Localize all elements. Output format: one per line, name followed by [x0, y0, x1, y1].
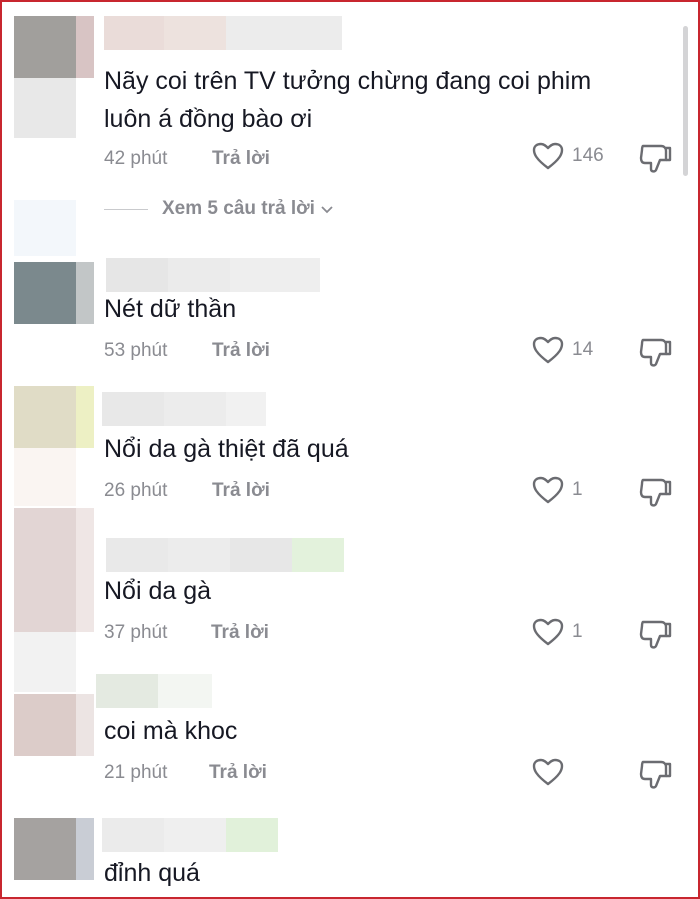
username-redacted[interactable] [104, 16, 342, 50]
heart-outline-icon [532, 476, 564, 504]
comment-time: 21 phút [104, 762, 168, 783]
username-redacted[interactable] [106, 538, 344, 572]
comment-text: coi mà khoc [104, 712, 664, 750]
comment-text-line: luôn á đồng bào ơi [104, 105, 313, 133]
comment-text-line: Nét dữ thần [104, 295, 237, 323]
avatar[interactable] [14, 386, 94, 506]
like-button[interactable]: 146 [532, 142, 604, 170]
avatar[interactable] [14, 674, 94, 794]
avatar-partial [14, 200, 76, 256]
comment-text: Nét dữ thần [104, 290, 664, 328]
comment-time: 53 phút [104, 340, 168, 361]
like-count: 146 [572, 145, 604, 166]
like-button[interactable]: 1 [532, 476, 583, 504]
comment-text: đỉnh quá [104, 854, 664, 892]
heart-outline-icon [532, 758, 564, 786]
comment-text-line: Nổi da gà [104, 577, 212, 605]
comment-time: 37 phút [104, 622, 168, 643]
comment-text: Nổi da gà [104, 572, 664, 610]
thumbs-down-icon[interactable] [638, 476, 672, 508]
like-count: 14 [572, 339, 594, 360]
avatar[interactable] [14, 508, 94, 692]
comment-text: Nãy coi trên TV tưởng chừng đang coi phi… [104, 62, 664, 138]
like-button[interactable]: 1 [532, 618, 583, 646]
chevron-down-icon [321, 206, 333, 214]
reply-button[interactable]: Trả lời [212, 148, 270, 170]
reply-button[interactable]: Trả lời [211, 622, 269, 644]
avatar[interactable] [14, 258, 94, 378]
comment-time: 42 phút [104, 148, 168, 169]
divider [104, 208, 148, 210]
username-redacted[interactable] [96, 674, 212, 708]
comment-text-line: Nổi da gà thiệt đã quá [104, 435, 349, 463]
thumbs-down-icon[interactable] [638, 336, 672, 368]
avatar[interactable] [14, 816, 94, 897]
reply-button[interactable]: Trả lời [209, 762, 267, 784]
avatar[interactable] [14, 16, 94, 138]
reply-button[interactable]: Trả lời [212, 340, 270, 362]
thumbs-down-icon[interactable] [638, 758, 672, 790]
heart-outline-icon [532, 618, 564, 646]
username-redacted[interactable] [102, 392, 266, 426]
scrollbar[interactable] [683, 26, 688, 176]
comment-text: Nổi da gà thiệt đã quá [104, 430, 664, 468]
like-count: 1 [572, 621, 583, 642]
comment-text-line: coi mà khoc [104, 717, 238, 745]
view-replies-label: Xem 5 câu trả lời [162, 198, 315, 219]
username-redacted[interactable] [106, 258, 320, 292]
comment-text-line: Nãy coi trên TV tưởng chừng đang coi phi… [104, 67, 592, 95]
thumbs-down-icon[interactable] [638, 618, 672, 650]
comment-text-line: đỉnh quá [104, 859, 200, 887]
username-redacted[interactable] [102, 818, 278, 852]
like-button[interactable] [532, 758, 564, 786]
thumbs-down-icon[interactable] [638, 142, 672, 174]
like-count: 1 [572, 479, 583, 500]
comment-time: 26 phút [104, 480, 168, 501]
like-button[interactable]: 14 [532, 336, 593, 364]
heart-outline-icon [532, 336, 564, 364]
heart-outline-icon [532, 142, 564, 170]
reply-button[interactable]: Trả lời [212, 480, 270, 502]
view-replies-button[interactable]: Xem 5 câu trả lời [104, 198, 333, 220]
comment-list: Nãy coi trên TV tưởng chừng đang coi phi… [0, 0, 700, 899]
